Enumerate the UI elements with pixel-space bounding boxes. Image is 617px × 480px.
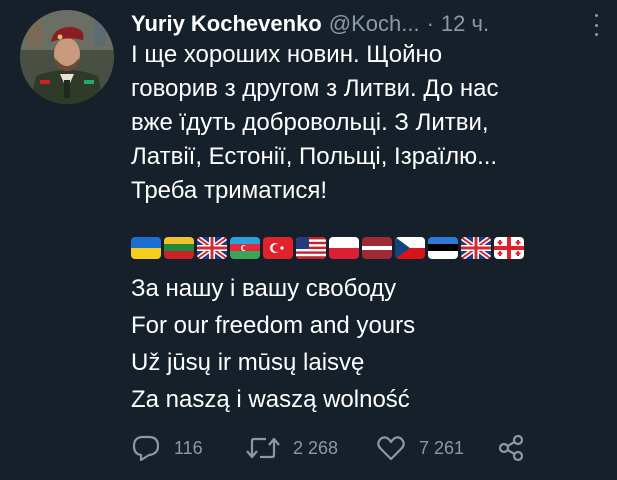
like-count: 7 261 [419, 437, 465, 458]
author-handle[interactable]: @Koch... [329, 11, 420, 37]
heart-icon [377, 436, 405, 461]
tweet-slogan: За нашу і вашу свободу For our freedom a… [131, 270, 601, 418]
slogan-line-polish: Za naszą i waszą wolność [131, 386, 410, 413]
tweet-text-line: говорив з другом з Литви. До нас [131, 75, 499, 102]
reply-icon [132, 435, 160, 462]
reply-count: 116 [174, 437, 203, 458]
flag-emoji-row [131, 235, 524, 261]
slogan-line-english: For our freedom and yours [131, 312, 416, 339]
tweet-action-bar: 116 2 268 7 261 [131, 433, 601, 463]
azerbaijan-flag-icon [230, 237, 260, 259]
uk-flag-icon [197, 237, 227, 259]
tweet-text-line: Треба триматися! [131, 177, 328, 204]
share-button[interactable] [497, 433, 538, 463]
lithuania-flag-icon [164, 237, 194, 259]
uk-flag-icon [461, 237, 491, 259]
avatar[interactable] [20, 10, 114, 104]
slogan-line-ukrainian: За нашу і вашу свободу [131, 275, 397, 302]
slogan-line-lithuanian: Už jūsų ir mūsų laisvę [131, 349, 365, 376]
reply-button[interactable]: 116 [131, 433, 203, 463]
usa-flag-icon [296, 237, 326, 259]
poland-flag-icon [329, 237, 359, 259]
tweet-text-line: вже їдуть добровольці. З Литви, [131, 109, 489, 136]
czechia-flag-icon [395, 237, 425, 259]
retweet-icon [246, 437, 280, 459]
tweet: Yuriy Kochevenko @Koch... · 12 ч. І ще х… [0, 0, 617, 480]
separator-dot: · [426, 11, 434, 36]
latvia-flag-icon [362, 237, 392, 259]
turkey-flag-icon [263, 237, 293, 259]
retweet-button[interactable]: 2 268 [246, 433, 338, 463]
tweet-header: Yuriy Kochevenko @Koch... · 12 ч. [131, 8, 611, 40]
author-name[interactable]: Yuriy Kochevenko [131, 11, 322, 37]
more-options-icon[interactable] [589, 14, 603, 36]
tweet-text-line: І ще хороших новин. Щойно [131, 41, 443, 68]
estonia-flag-icon [428, 237, 458, 259]
like-button[interactable]: 7 261 [376, 433, 464, 463]
retweet-count: 2 268 [293, 437, 339, 458]
ukraine-flag-icon [131, 237, 161, 259]
tweet-text-line: Латвії, Естонії, Польщі, Ізраїлю... [131, 143, 498, 170]
tweet-timestamp[interactable]: 12 ч. [441, 11, 489, 37]
georgia-flag-icon [494, 237, 524, 259]
avatar-image [20, 10, 114, 104]
share-icon [498, 434, 524, 462]
tweet-text: І ще хороших новин. Щойно говорив з друг… [131, 38, 601, 208]
